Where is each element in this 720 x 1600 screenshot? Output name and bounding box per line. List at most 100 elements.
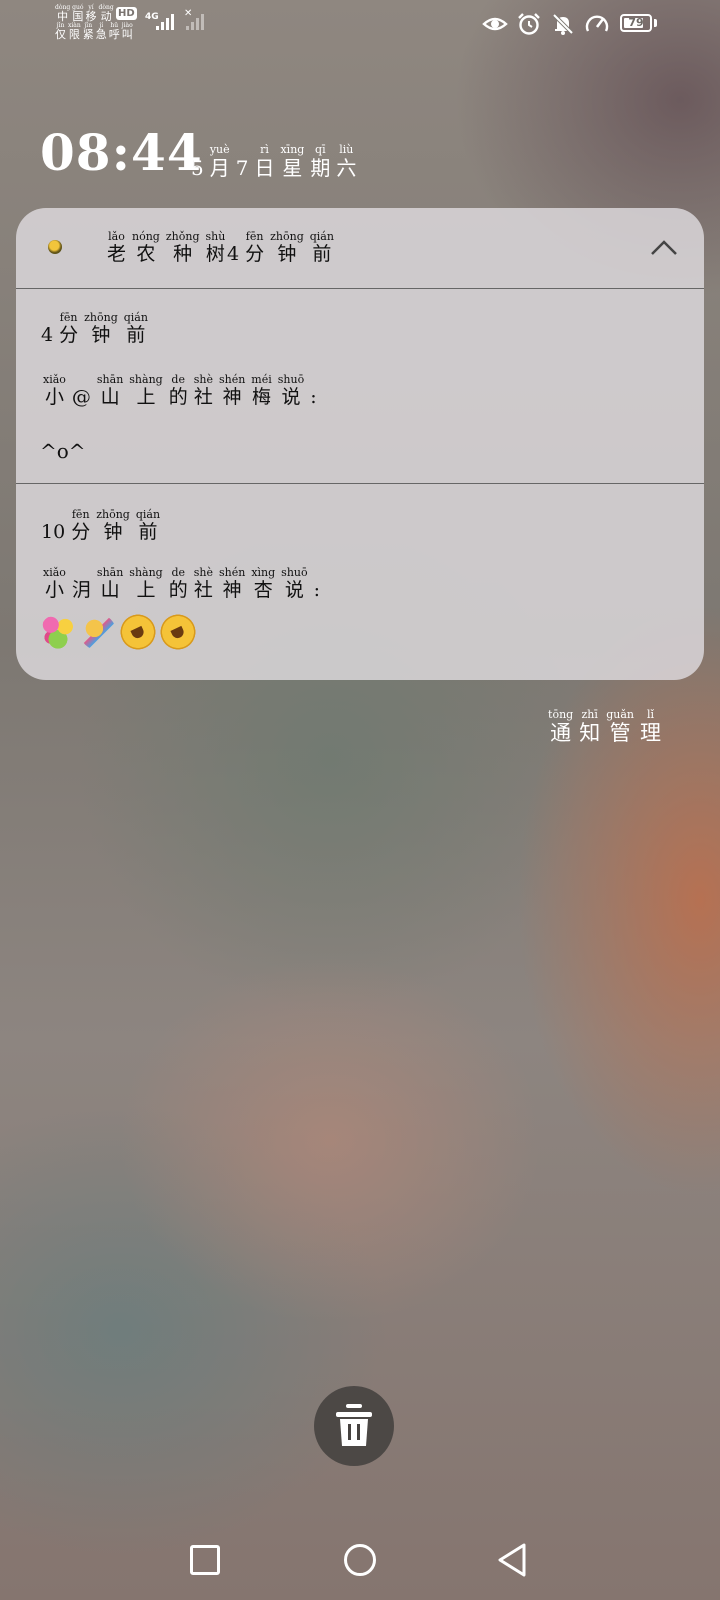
- ruby-char: fēn 分: [71, 508, 90, 542]
- hanzi-char: 社: [193, 386, 213, 408]
- ruby-char: lǎo 老: [107, 230, 126, 264]
- ruby-char: xīng 星: [280, 143, 304, 178]
- message-time: 4 fēn 分 zhōng 钟 qián 前: [38, 311, 151, 345]
- pinyin-annotation: shuō: [281, 566, 308, 579]
- ruby-char: qián 前: [136, 508, 160, 542]
- back-nav-button[interactable]: [496, 1542, 528, 1578]
- clear-notifications-button[interactable]: [314, 1386, 394, 1466]
- pinyin-annotation: lǐ: [646, 708, 655, 721]
- ruby-char: shè 社: [194, 566, 213, 600]
- hanzi-char: 神: [222, 386, 242, 408]
- ruby-char: fēn 分: [59, 311, 78, 345]
- notification-management-link[interactable]: tōng 通 zhī 知 guǎn 管 lǐ 理: [545, 708, 664, 744]
- signal-strength-icon: [156, 14, 174, 30]
- hanzi-char: 紧: [82, 28, 94, 41]
- pinyin-annotation: tōng: [548, 708, 574, 721]
- pinyin-annotation: xiǎo: [43, 566, 66, 579]
- pinyin-annotation: xìng: [251, 566, 276, 579]
- pinyin-annotation: guǎn: [606, 708, 634, 721]
- ruby-char: zhōng 钟: [270, 230, 304, 264]
- hanzi-char: 分: [245, 243, 265, 265]
- ruby-char: shān 山: [97, 373, 123, 407]
- hanzi-char: 仅: [55, 28, 66, 41]
- ruby-char: shān 山: [97, 566, 123, 600]
- pinyin-annotation: xīng: [280, 143, 305, 156]
- ruby-char: hū 呼: [109, 22, 120, 40]
- ruby-char: shén 神: [219, 373, 245, 407]
- hanzi-char: :: [313, 579, 321, 601]
- hanzi-char: 中: [57, 10, 69, 23]
- message-emojis: [40, 614, 196, 650]
- hanzi-char: 上: [136, 386, 156, 408]
- pinyin-annotation: [231, 230, 235, 243]
- hanzi-char: 山: [100, 386, 120, 408]
- battery-tip: [654, 19, 657, 27]
- pinyin-annotation: [312, 373, 316, 386]
- pinyin-annotation: [315, 566, 319, 579]
- speedometer-icon: [585, 15, 609, 32]
- pinyin-annotation: [51, 508, 55, 521]
- hanzi-char: 7: [235, 156, 249, 180]
- home-nav-button[interactable]: [344, 1544, 376, 1576]
- ruby-char: guó 国: [72, 4, 83, 22]
- hanzi-char: 六: [336, 156, 357, 180]
- hanzi-char: 5: [191, 156, 204, 180]
- hanzi-char: 钟: [103, 521, 123, 543]
- ruby-char: de 的: [169, 566, 188, 600]
- ruby-char: dòng 中: [55, 4, 70, 22]
- pinyin-annotation: shè: [193, 373, 213, 386]
- pinyin-annotation: shén: [218, 373, 246, 386]
- ruby-char: xiàn 限: [68, 22, 81, 40]
- ruby-char: dòng 动: [99, 4, 114, 22]
- pinyin-annotation: de: [171, 373, 185, 386]
- pinyin-annotation: zhǒng: [165, 230, 200, 243]
- notification-message[interactable]: 4 fēn 分 zhōng 钟 qián 前 xiǎo 小 @ shān 山 shàng 上 de 的 sh…: [16, 289, 704, 484]
- pinyin-annotation: zhōng: [84, 311, 118, 324]
- hanzi-char: 分: [71, 521, 91, 543]
- ruby-char: yí 移: [86, 4, 97, 22]
- hanzi-char: 月: [209, 156, 230, 180]
- ruby-char: rì 日: [254, 143, 274, 178]
- hanzi-char: 呼: [108, 28, 120, 41]
- ruby-char: zhǒng 种: [166, 230, 200, 264]
- hanzi-char: 梅: [252, 386, 272, 408]
- app-name: lǎo 老 nóng 农 zhǒng 种 shù 树: [104, 230, 228, 264]
- pinyin-annotation: xiǎo: [43, 373, 66, 386]
- message-time: 10 fēn 分 zhōng 钟 qián 前: [38, 508, 163, 542]
- collapse-chevron-up-icon[interactable]: [648, 232, 680, 264]
- ruby-char: :: [310, 373, 316, 407]
- carrier-2: jǐn 仅 xiàn 限 jǐn 紧 jí 急 hū 呼 jiào 叫: [54, 22, 134, 40]
- hanzi-char: 钟: [277, 243, 297, 265]
- pinyin-annotation: lǎo: [108, 230, 125, 243]
- ruby-char: de 的: [169, 373, 188, 407]
- hanzi-char: 小: [44, 579, 64, 601]
- hanzi-char: 理: [640, 721, 661, 745]
- hanzi-char: 㳉: [71, 579, 91, 601]
- pinyin-annotation: zhōng: [96, 508, 130, 521]
- notification-card[interactable]: lǎo 老 nóng 农 zhǒng 种 shù 树 4 fēn 分 zhōng 钟 qián 前 4 fē…: [16, 208, 704, 680]
- pinyin-annotation: shān: [96, 566, 124, 579]
- hanzi-char: 说: [281, 386, 301, 408]
- hanzi-char: 的: [168, 386, 188, 408]
- pinyin-annotation: fēn: [245, 230, 264, 243]
- hanzi-char: :: [310, 386, 317, 408]
- hanzi-char: 种: [173, 243, 193, 265]
- ruby-char: shù 树: [206, 230, 226, 264]
- trash-icon: [336, 1404, 372, 1446]
- pinyin-annotation: shè: [193, 566, 213, 579]
- notification-header[interactable]: lǎo 老 nóng 农 zhǒng 种 shù 树 4 fēn 分 zhōng 钟 qián 前: [16, 208, 704, 289]
- hanzi-char: 杏: [253, 579, 273, 601]
- ruby-char: shuō 说: [278, 373, 304, 407]
- notification-message[interactable]: 10 fēn 分 zhōng 钟 qián 前 xiǎo 小 㳉 shān 山 shàng 上 de 的 s…: [16, 484, 704, 680]
- status-bar: dòng 中 guó 国 yí 移 dòng 动 jǐn 仅 xiàn 限 jǐn 紧 jí 急 hū 呼 jià…: [0, 0, 720, 50]
- hanzi-char: 移: [85, 10, 97, 23]
- ruby-char: shè 社: [194, 373, 213, 407]
- ruby-char: fēn 分: [245, 230, 264, 264]
- ruby-char: zhōng 钟: [96, 508, 130, 542]
- ruby-char: xiǎo 小: [43, 373, 66, 407]
- hanzi-char: 急: [95, 28, 107, 41]
- recents-nav-button[interactable]: [190, 1545, 220, 1575]
- ruby-char: 4: [227, 230, 239, 264]
- battery-icon: 79: [620, 14, 652, 32]
- ruby-char: guǎn 管: [606, 708, 634, 744]
